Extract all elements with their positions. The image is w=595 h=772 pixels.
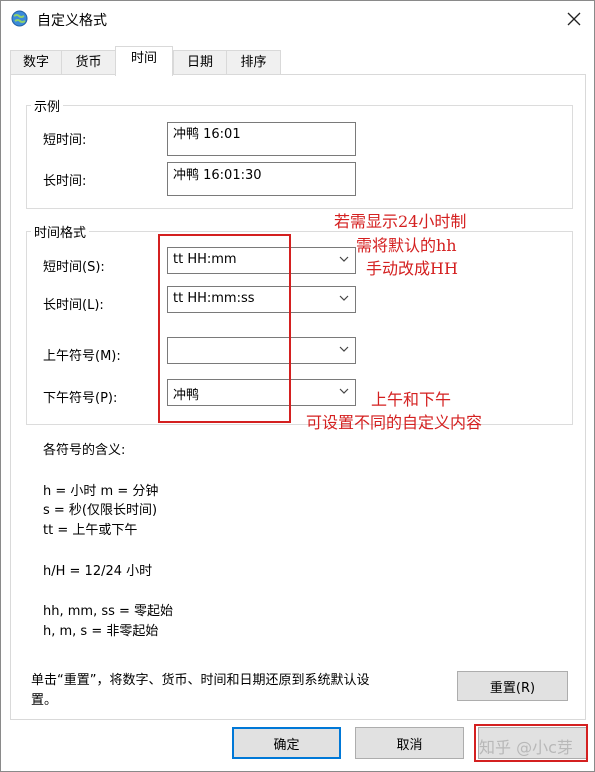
symbols-line-hm: h = 小时 m = 分钟 xyxy=(43,484,159,499)
example-short-time-label: 短时间: xyxy=(43,133,87,148)
chevron-down-icon xyxy=(339,256,349,262)
custom-format-dialog: 自定义格式 数字 货币 时间 日期 排序 示例 短时间: 冲鸭 16:01 长时… xyxy=(0,0,595,772)
tab-time[interactable]: 时间 xyxy=(115,46,173,76)
annotation-24h-line2: 需将默认的hh xyxy=(356,236,457,255)
ok-button[interactable]: 确定 xyxy=(232,727,341,759)
chevron-down-icon xyxy=(339,295,349,301)
title-bar: 自定义格式 xyxy=(1,1,594,38)
tab-currency[interactable]: 货币 xyxy=(61,50,116,75)
annotation-24h-line1: 若需显示24小时制 xyxy=(334,212,467,231)
tab-date[interactable]: 日期 xyxy=(173,50,227,75)
window-title: 自定义格式 xyxy=(37,13,107,29)
time-format-group-label: 时间格式 xyxy=(31,222,90,241)
reset-note-line2: 置。 xyxy=(31,693,58,708)
cancel-button[interactable]: 取消 xyxy=(355,727,464,759)
close-button[interactable] xyxy=(554,1,594,37)
region-globe-icon xyxy=(11,10,28,27)
chevron-down-icon xyxy=(339,346,349,352)
chevron-down-icon xyxy=(339,388,349,394)
reset-note-line1: 单击“重置”，将数字、货币、时间和日期还原到系统默认设 xyxy=(31,673,370,688)
long-time-format-label: 长时间(L): xyxy=(43,298,104,313)
example-group-label: 示例 xyxy=(31,96,64,115)
symbols-line-zero: hh, mm, ss = 零起始 xyxy=(43,604,174,619)
symbols-heading: 各符号的含义: xyxy=(43,443,126,458)
am-symbol-label: 上午符号(M): xyxy=(43,349,121,364)
annotation-ampm-line2: 可设置不同的自定义内容 xyxy=(306,413,483,432)
annotation-ampm-line1: 上午和下午 xyxy=(371,390,452,409)
example-long-time-value: 冲鸭 16:01:30 xyxy=(167,162,356,196)
annotation-24h-line3: 手动改成HH xyxy=(366,259,458,278)
example-short-time-value: 冲鸭 16:01 xyxy=(167,122,356,156)
highlight-box-formats xyxy=(158,234,291,423)
reset-button[interactable]: 重置(R) xyxy=(457,671,568,701)
symbols-line-12-24: h/H = 12/24 小时 xyxy=(43,564,153,579)
tab-number[interactable]: 数字 xyxy=(10,50,62,75)
short-time-format-label: 短时间(S): xyxy=(43,260,105,275)
symbols-line-nonzero: h, m, s = 非零起始 xyxy=(43,624,159,639)
close-icon xyxy=(567,12,581,26)
example-long-time-label: 长时间: xyxy=(43,174,87,189)
symbols-line-tt: tt = 上午或下午 xyxy=(43,523,138,538)
tab-sort[interactable]: 排序 xyxy=(226,50,281,75)
symbols-line-s: s = 秒(仅限长时间) xyxy=(43,503,158,518)
pm-symbol-label: 下午符号(P): xyxy=(43,391,118,406)
highlight-box-apply xyxy=(474,724,588,762)
